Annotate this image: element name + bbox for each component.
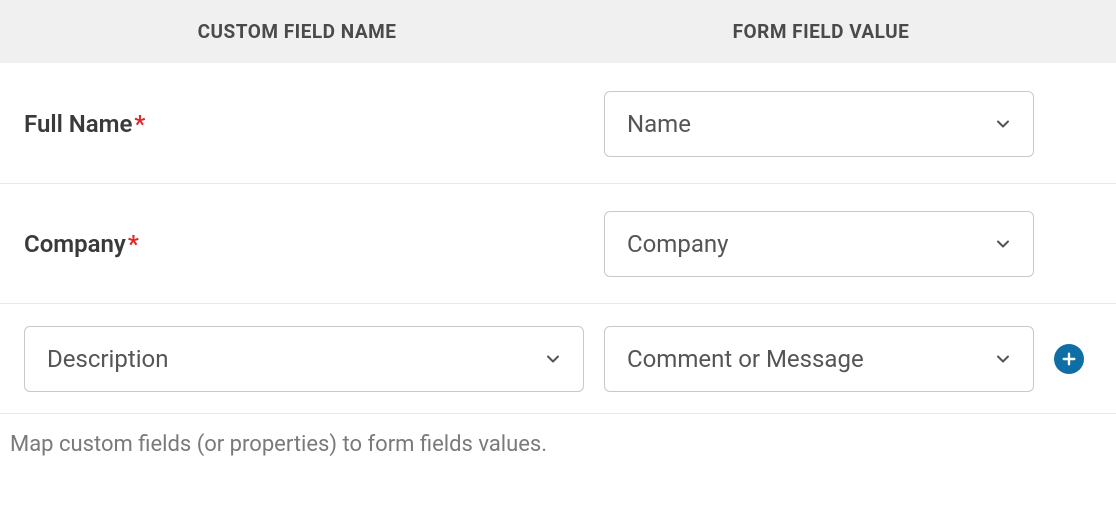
chevron-down-icon	[993, 349, 1013, 369]
field-label-text: Full Name	[24, 110, 132, 138]
field-label-company: Company*	[0, 230, 594, 258]
helper-text: Map custom fields (or properties) to for…	[0, 414, 1116, 475]
chevron-down-icon	[993, 234, 1013, 254]
header-custom-field-name: CUSTOM FIELD NAME	[0, 0, 594, 63]
field-row: Company* Company	[0, 184, 1116, 304]
select-value-text: Name	[627, 110, 691, 138]
plus-icon	[1060, 350, 1078, 368]
custom-field-row: Description Comment or Message	[0, 304, 1116, 414]
field-label-text: Company	[24, 230, 126, 258]
required-indicator: *	[128, 230, 139, 258]
value-select-company[interactable]: Company	[604, 211, 1034, 277]
chevron-down-icon	[993, 114, 1013, 134]
custom-value-select[interactable]: Comment or Message	[604, 326, 1034, 392]
select-value-text: Description	[47, 345, 169, 373]
field-row: Full Name* Name	[0, 64, 1116, 184]
column-headers: CUSTOM FIELD NAME FORM FIELD VALUE	[0, 0, 1116, 64]
chevron-down-icon	[543, 349, 563, 369]
select-value-text: Company	[627, 230, 729, 258]
select-value-text: Comment or Message	[627, 345, 864, 373]
custom-name-select[interactable]: Description	[24, 326, 584, 392]
value-select-full-name[interactable]: Name	[604, 91, 1034, 157]
header-form-field-value: FORM FIELD VALUE	[594, 0, 1048, 63]
required-indicator: *	[134, 110, 145, 138]
add-row-button[interactable]	[1054, 344, 1084, 374]
field-label-full-name: Full Name*	[0, 110, 594, 138]
